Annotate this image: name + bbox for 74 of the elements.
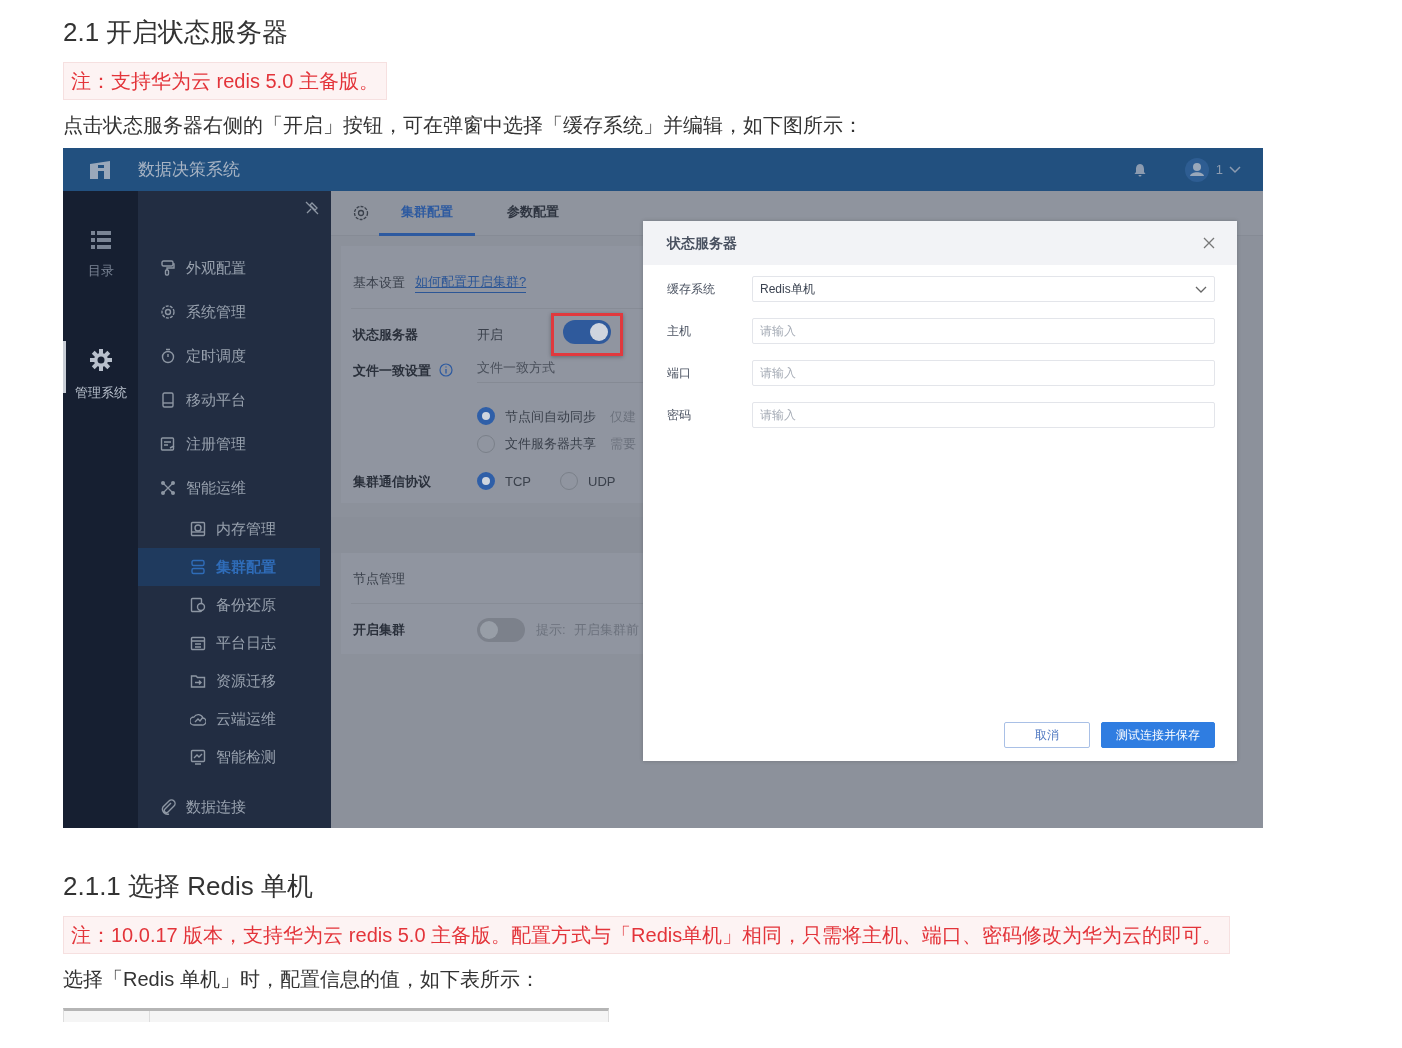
note-box: 注：支持华为云 redis 5.0 主备版。 [63,62,387,100]
stopwatch-icon [160,348,176,364]
folder-arrow-icon [190,673,206,689]
cloud-icon [190,711,206,727]
roller-icon [160,260,176,276]
paragraph: 点击状态服务器右侧的「开启」按钮，可在弹窗中选择「缓存系统」并编辑，如下图所示： [63,113,864,138]
sidebar-item[interactable]: 定时调度 [138,334,320,378]
toggle-switch[interactable] [563,319,611,344]
option-label: 文件服务器共享 [505,435,596,453]
user-name[interactable]: 1 [1215,159,1223,180]
paperclip-icon [160,799,176,815]
toggle-switch[interactable] [477,617,525,642]
form-icon [160,436,176,452]
field-label: 状态服务器 [353,325,419,344]
monitor-icon [190,749,206,765]
sidebar-subitem[interactable]: 资源迁移 [138,662,320,700]
save-button[interactable]: 测试连接并保存 [1101,722,1215,748]
field-label: 密码 [667,407,692,424]
input-field[interactable]: 请输入 [752,360,1215,386]
option-label: 节点间自动同步 [505,407,596,426]
logo-icon [90,160,110,179]
gear-icon [160,304,176,320]
tab[interactable]: 参数配置 [485,190,581,236]
chevron-down-icon[interactable] [1229,165,1241,174]
settings-icon [89,349,112,371]
input-field[interactable]: 请输入 [752,318,1215,344]
field-value: 开启 [477,325,504,344]
sidebar-item[interactable]: 智能运维 [138,466,320,510]
phone-icon [160,392,176,408]
sidebar-subitem[interactable]: 云端运维 [138,700,320,738]
section-label: 节点管理 [353,570,406,588]
sidebar-item[interactable]: 系统管理 [138,290,320,334]
field-label: 缓存系统 [667,281,716,298]
sidebar-subitem[interactable]: 平台日志 [138,624,320,662]
sidebar-item[interactable]: 移动平台 [138,378,320,422]
list-icon [90,231,111,249]
avatar-icon[interactable] [1184,157,1209,182]
section-heading: 2.1 开启状态服务器 [63,16,290,49]
server-icon [190,559,206,575]
sidebar-item[interactable]: 注册管理 [138,422,320,466]
note-box: 注：10.0.17 版本，支持华为云 redis 5.0 主备版。配置方式与「Redis单机」相同，只需将主机、端口、密码修改为华为云的即可。 [63,916,1231,954]
dialog-title: 状态服务器 [667,233,737,253]
nodes-icon [160,480,176,496]
field-label: 主机 [667,323,692,340]
close-icon [1203,237,1215,249]
sidebar-subitem[interactable]: 内存管理 [138,510,320,548]
calendar-icon [190,635,206,651]
radio-button[interactable] [477,407,495,426]
sidebar-item[interactable]: 数据连接 [138,785,320,828]
paragraph: 选择「Redis 单机」时，配置信息的值，如下表所示： [63,967,541,992]
chevron-down-icon [1195,285,1207,293]
settings-icon[interactable] [353,205,369,221]
pin-icon[interactable] [305,201,319,215]
bell-icon[interactable] [1132,162,1147,177]
rail-item[interactable]: 目录 [63,231,138,349]
close-button[interactable] [1203,237,1215,249]
option-label: TCP [505,472,531,491]
app-title: 数据决策系统 [138,158,240,181]
section-heading: 2.1.1 选择 Redis 单机 [63,870,314,903]
option-label: UDP [588,472,616,491]
select-field[interactable]: Redis单机 [752,276,1215,302]
sidebar-item[interactable]: 外观配置 [138,246,320,290]
restore-icon [190,597,206,613]
radio-button[interactable] [477,472,495,491]
field-label: 集群通信协议 [353,472,432,491]
input-field[interactable]: 请输入 [752,402,1215,428]
info-icon [439,363,453,378]
section-label: 基本设置 [353,273,405,292]
field-label: 开启集群 [353,620,406,639]
sidebar-subitem[interactable]: 智能检测 [138,738,320,776]
sidebar-subitem[interactable]: 备份还原 [138,586,320,624]
field-label: 文件一致设置 [353,361,431,380]
cancel-button[interactable]: 取消 [1004,722,1090,748]
field-label: 端口 [667,365,692,382]
